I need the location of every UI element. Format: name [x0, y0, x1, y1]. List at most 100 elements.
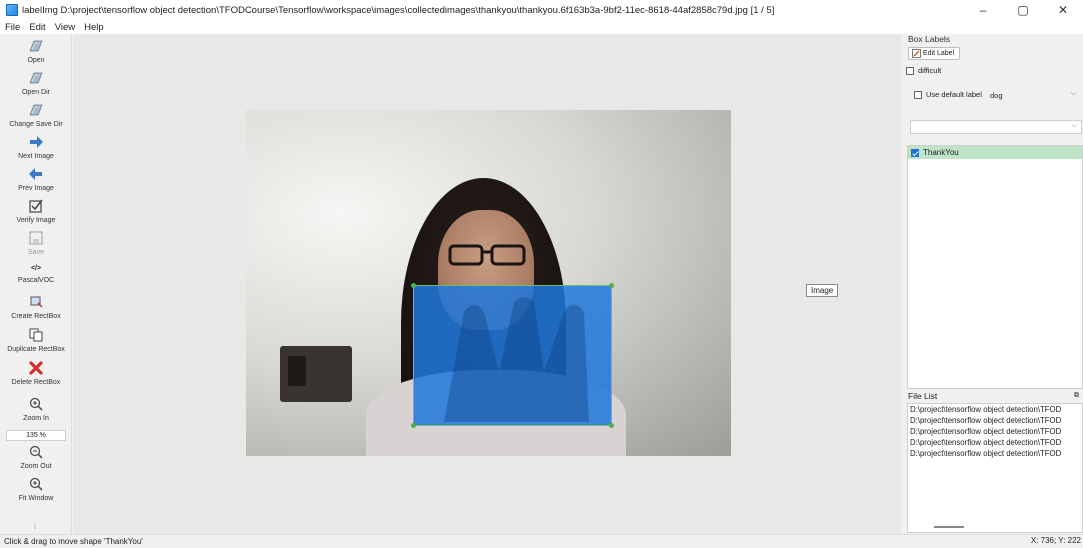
open-dir-button[interactable]: Open Dir — [0, 70, 72, 96]
cursor-coordinates: X: 736; Y: 222 — [1030, 536, 1081, 545]
fit-window-icon — [0, 476, 72, 492]
wall-socket — [280, 346, 352, 402]
code-tag-icon: </> — [30, 264, 42, 272]
verify-image-label: Verify Image — [16, 217, 56, 224]
chevron-down-icon: ⌵ — [1070, 90, 1076, 97]
toolbar-overflow-handle[interactable]: ⁞ — [34, 524, 36, 531]
bbox-vertex-bottom-left[interactable] — [411, 423, 416, 428]
checkbox-check-icon — [0, 198, 72, 214]
title-bar: labelImg D:\project\tensorflow object de… — [0, 0, 1083, 20]
box-labels-title: Box Labels — [908, 34, 951, 44]
image-tooltip: Image — [806, 284, 839, 297]
edit-pencil-icon — [912, 49, 921, 58]
right-dock: Box Labels Edit Label difficult Use defa… — [904, 34, 1083, 534]
use-default-label-checkbox[interactable] — [914, 90, 922, 99]
glasses — [448, 244, 526, 266]
fit-window-button[interactable]: Fit Window — [0, 476, 72, 502]
zoom-out-icon — [0, 444, 72, 460]
close-button[interactable]: ✕ — [1043, 0, 1083, 20]
use-default-label-text: Use default label — [926, 90, 982, 99]
window-controls: – ▢ ✕ — [963, 0, 1083, 20]
edit-label-button[interactable]: Edit Label — [908, 47, 961, 60]
image-canvas[interactable]: Image — [73, 34, 901, 534]
label-visibility-checkbox[interactable] — [911, 148, 919, 157]
delete-rectbox-label: Delete RectBox — [11, 379, 61, 386]
file-list-item[interactable]: D:\project\tensorflow object detection\T… — [908, 415, 1082, 426]
window-title: labelImg D:\project\tensorflow object de… — [22, 4, 775, 16]
copy-icon — [0, 327, 72, 343]
save-label: Save — [28, 249, 44, 256]
menu-bar: File Edit View Help — [0, 20, 1083, 34]
file-list-item[interactable]: D:\project\tensorflow object detection\T… — [908, 448, 1082, 459]
difficult-checkbox[interactable] — [906, 66, 914, 75]
folder-icon — [0, 102, 72, 118]
menu-help[interactable]: Help — [84, 22, 104, 33]
use-default-label-row[interactable]: Use default label — [914, 90, 982, 99]
verify-image-button[interactable]: Verify Image — [0, 198, 72, 224]
file-list-item[interactable]: D:\project\tensorflow object detection\T… — [908, 426, 1082, 437]
format-label: PascalVOC — [17, 277, 55, 284]
maximize-button[interactable]: ▢ — [1003, 0, 1043, 20]
prev-image-label: Prev Image — [18, 185, 54, 192]
status-message: Click & drag to move shape 'ThankYou' — [4, 537, 143, 546]
prev-image-button[interactable]: Prev Image — [0, 166, 72, 192]
horizontal-scrollbar[interactable] — [934, 526, 964, 528]
label-filter-combo[interactable]: ⌵ — [910, 120, 1082, 134]
zoom-value-field[interactable]: 135 % — [6, 430, 66, 441]
chevron-down-icon: ⌵ — [1071, 122, 1077, 129]
difficult-label: difficult — [918, 66, 942, 75]
arrow-left-icon — [0, 166, 72, 182]
undock-icon[interactable]: ⧉ — [1074, 392, 1079, 400]
zoom-in-icon — [0, 396, 72, 412]
duplicate-rectbox-button[interactable]: Duplicate RectBox — [0, 327, 72, 353]
zoom-in-label: Zoom In — [23, 415, 49, 422]
fit-window-label: Fit Window — [18, 495, 54, 502]
bounding-box-thankyou[interactable] — [411, 283, 614, 428]
bbox-vertex-top-right[interactable] — [609, 283, 614, 288]
arrow-right-icon — [0, 134, 72, 150]
file-list: D:\project\tensorflow object detection\T… — [907, 403, 1083, 533]
label-list: ThankYou — [907, 145, 1083, 389]
file-list-title: File List — [908, 391, 938, 401]
duplicate-rectbox-label: Duplicate RectBox — [7, 346, 65, 353]
default-label-input[interactable]: dog ⌵ — [986, 89, 1080, 102]
format-toggle-button[interactable]: </> PascalVOC — [0, 262, 72, 285]
menu-edit[interactable]: Edit — [29, 22, 45, 33]
next-image-label: Next Image — [18, 153, 54, 160]
status-bar: Click & drag to move shape 'ThankYou' X:… — [0, 534, 1083, 548]
create-rectbox-label: Create RectBox — [11, 313, 61, 320]
zoom-in-button[interactable]: Zoom In — [0, 396, 72, 422]
label-item-thankyou[interactable]: ThankYou — [908, 146, 1082, 159]
hands-silhouette — [444, 297, 589, 422]
change-save-dir-button[interactable]: Change Save Dir — [0, 102, 72, 128]
label-item-text: ThankYou — [923, 148, 959, 157]
open-button[interactable]: Open — [0, 38, 72, 64]
floppy-disk-icon — [0, 230, 72, 246]
zoom-out-button[interactable]: Zoom Out — [0, 444, 72, 470]
delete-x-icon — [0, 360, 72, 376]
default-label-value: dog — [990, 91, 1003, 100]
menu-view[interactable]: View — [55, 22, 75, 33]
minimize-button[interactable]: – — [963, 0, 1003, 20]
bbox-vertex-bottom-right[interactable] — [609, 423, 614, 428]
zoom-out-label: Zoom Out — [20, 463, 52, 470]
difficult-checkbox-row[interactable]: difficult — [906, 66, 941, 75]
menu-file[interactable]: File — [5, 22, 20, 33]
file-list-item[interactable]: D:\project\tensorflow object detection\T… — [908, 404, 1082, 415]
folder-icon — [0, 38, 72, 54]
folder-icon — [0, 70, 72, 86]
create-rect-icon — [0, 294, 72, 310]
labelimg-app-icon — [6, 4, 18, 16]
bbox-vertex-top-left[interactable] — [411, 283, 416, 288]
delete-rectbox-button[interactable]: Delete RectBox — [0, 360, 72, 386]
save-button[interactable]: Save — [0, 230, 72, 256]
open-dir-label: Open Dir — [21, 89, 50, 96]
open-label: Open — [27, 57, 45, 64]
left-toolbar: Open Open Dir Change Save Dir Next Image… — [0, 34, 72, 534]
create-rectbox-button[interactable]: Create RectBox — [0, 294, 72, 320]
next-image-button[interactable]: Next Image — [0, 134, 72, 160]
file-list-item[interactable]: D:\project\tensorflow object detection\T… — [908, 437, 1082, 448]
edit-label-text: Edit Label — [923, 50, 955, 57]
change-save-dir-label: Change Save Dir — [9, 121, 63, 128]
file-list-header: File List ⧉ — [904, 390, 1083, 402]
